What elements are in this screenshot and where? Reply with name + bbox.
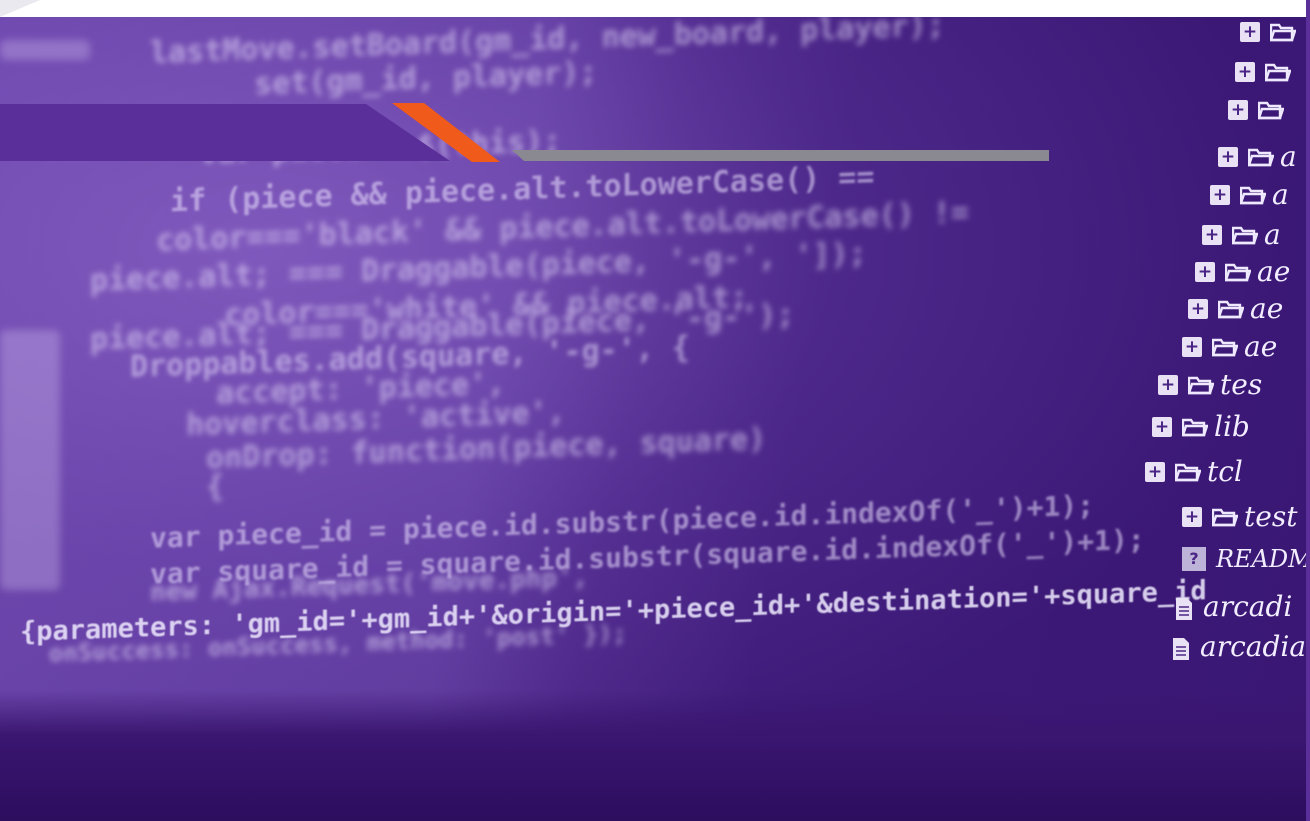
plus-box-icon[interactable]: +	[1218, 146, 1238, 167]
file-tree-label: ae	[1244, 330, 1278, 363]
file-tree-item[interactable]: +	[1235, 62, 1297, 82]
bottom-shade	[0, 690, 1310, 821]
plus-box-icon[interactable]: +	[1202, 224, 1222, 245]
folder-open-icon	[1188, 375, 1214, 395]
file-tree-item[interactable]: + a	[1210, 178, 1289, 211]
file-tree-label: ae	[1250, 292, 1284, 325]
folder-open-icon	[1248, 147, 1274, 167]
plus-box-icon[interactable]: +	[1188, 298, 1208, 319]
file-tree-item[interactable]: +	[1240, 22, 1302, 42]
plus-box-icon[interactable]: +	[1182, 336, 1202, 357]
folder-open-icon	[1240, 185, 1266, 205]
plus-box-icon[interactable]: +	[1195, 261, 1215, 282]
folder-open-icon	[1232, 225, 1258, 245]
file-tree-label: test	[1244, 500, 1298, 533]
plus-box-icon[interactable]: +	[1158, 374, 1178, 395]
document-icon	[1172, 635, 1190, 660]
right-edge-bar	[1306, 0, 1310, 821]
folder-open-icon	[1270, 22, 1296, 42]
file-tree-label: a	[1264, 218, 1281, 251]
plus-box-icon[interactable]: +	[1210, 184, 1230, 205]
plus-box-icon[interactable]: +	[1182, 506, 1202, 527]
slide: lastMove.setBoard(gm_id, new_board, play…	[0, 0, 1310, 821]
unknown-file-icon: ?	[1182, 547, 1206, 571]
file-tree-label: lib	[1214, 410, 1250, 443]
top-strip	[0, 0, 1310, 17]
folder-open-icon	[1218, 299, 1244, 319]
folder-open-icon	[1175, 462, 1201, 482]
file-tree-label: arcadi	[1203, 590, 1293, 623]
file-tree-item[interactable]: + lib	[1152, 410, 1250, 443]
folder-open-icon	[1212, 337, 1238, 357]
document-icon	[1175, 595, 1193, 620]
plus-box-icon[interactable]: +	[1240, 22, 1260, 42]
file-tree-item[interactable]: + ae	[1182, 330, 1277, 363]
file-tree-label: tes	[1220, 368, 1263, 401]
file-tree-label: ae	[1257, 255, 1291, 288]
folder-open-icon	[1265, 62, 1291, 82]
folder-open-icon	[1212, 507, 1238, 527]
file-tree-label: a	[1272, 178, 1289, 211]
plus-box-icon[interactable]: +	[1145, 461, 1165, 482]
file-tree-label: tcl	[1207, 455, 1243, 488]
folder-open-icon	[1258, 100, 1284, 120]
corner-fold	[0, 0, 40, 17]
file-tree-item[interactable]: +	[1228, 100, 1290, 120]
file-tree-item[interactable]: + tcl	[1145, 455, 1243, 488]
file-tree-item[interactable]: arcadia	[1172, 630, 1306, 663]
folder-open-icon	[1182, 417, 1208, 437]
slide-title	[40, 110, 360, 154]
file-tree-item[interactable]: + a	[1202, 218, 1281, 251]
banner-gray-line	[512, 150, 1049, 161]
file-tree-label: arcadia	[1200, 630, 1307, 663]
plus-box-icon[interactable]: +	[1152, 416, 1172, 437]
file-tree-item[interactable]: + tes	[1158, 368, 1262, 401]
plus-box-icon[interactable]: +	[1235, 62, 1255, 82]
plus-box-icon[interactable]: +	[1228, 100, 1248, 120]
file-tree-item[interactable]: arcadi	[1175, 590, 1292, 623]
file-tree-item[interactable]: + test	[1182, 500, 1297, 533]
file-tree-item[interactable]: + ae	[1188, 292, 1283, 325]
file-tree-item[interactable]: + ae	[1195, 255, 1290, 288]
folder-open-icon	[1225, 262, 1251, 282]
file-tree-label: README	[1216, 545, 1310, 573]
file-tree-item[interactable]: ? README	[1182, 545, 1310, 573]
file-tree-item[interactable]: + a	[1218, 140, 1297, 173]
file-tree-label: a	[1280, 140, 1297, 173]
